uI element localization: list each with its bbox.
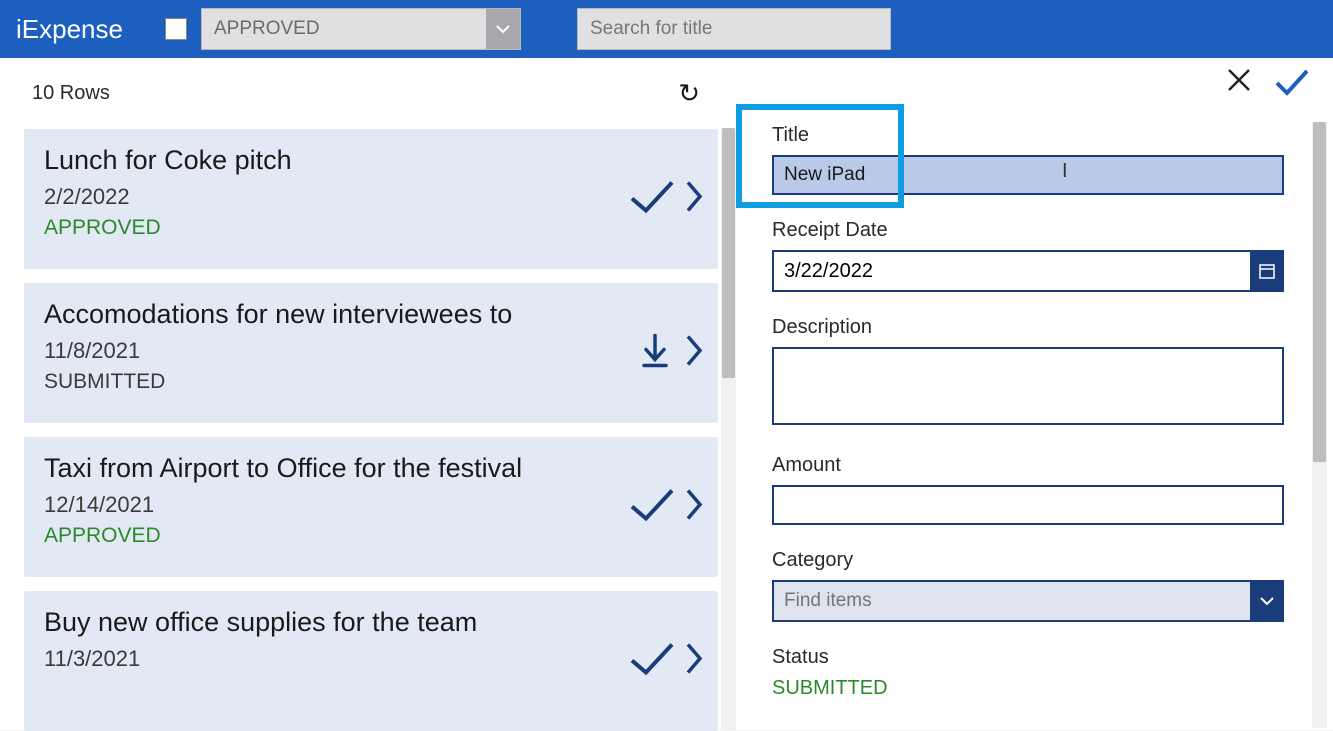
close-icon[interactable] [1225,66,1253,102]
status-filter-value: APPROVED [202,18,486,40]
list-item-date: 2/2/2022 [44,184,698,210]
app-title: iExpense [16,14,123,45]
list-item[interactable]: Taxi from Airport to Office for the fest… [24,437,718,577]
search-input[interactable] [577,8,891,50]
category-label: Category [772,549,1284,572]
list-item-status: APPROVED [44,216,698,240]
amount-input[interactable] [772,485,1284,525]
checkmark-icon[interactable] [628,639,676,684]
download-icon[interactable] [634,330,676,377]
scrollbar-thumb[interactable] [722,128,735,378]
chevron-right-icon[interactable] [684,485,706,530]
amount-label: Amount [772,454,1284,477]
header-checkbox[interactable] [165,18,187,40]
list-item[interactable]: Buy new office supplies for the team 11/3… [24,591,718,731]
list-item-date: 11/8/2021 [44,338,698,364]
chevron-down-icon[interactable] [1250,580,1284,622]
list-panel: 10 Rows ↻ Lunch for Coke pitch 2/2/2022 AP… [0,58,736,730]
list-item[interactable]: Lunch for Coke pitch 2/2/2022 APPROVED [24,129,718,269]
app-header: iExpense APPROVED [0,0,1333,58]
description-label: Description [772,316,1284,339]
scrollbar-thumb[interactable] [1313,122,1326,462]
list-item-title: Taxi from Airport to Office for the fest… [44,453,564,484]
status-value: SUBMITTED [772,677,1284,700]
date-label: Receipt Date [772,219,1284,242]
list-item-date: 11/3/2021 [44,646,698,672]
confirm-icon[interactable] [1275,67,1309,102]
detail-panel: Title I Receipt Date Description [736,58,1333,730]
list-item[interactable]: Accomodations for new interviewees to 11/… [24,283,718,423]
checkmark-icon[interactable] [628,485,676,530]
category-input[interactable] [772,580,1250,622]
list-item-title: Buy new office supplies for the team [44,607,564,638]
form-scrollbar[interactable] [1312,122,1327,728]
date-input[interactable] [772,250,1250,292]
content-area: 10 Rows ↻ Lunch for Coke pitch 2/2/2022 AP… [0,58,1333,730]
list-item-status: APPROVED [44,524,698,548]
title-input[interactable] [772,155,1284,195]
list-item-date: 12/14/2021 [44,492,698,518]
chevron-right-icon[interactable] [684,331,706,376]
list-item-title: Lunch for Coke pitch [44,145,564,176]
status-filter-select[interactable]: APPROVED [201,8,521,50]
checkmark-icon[interactable] [628,177,676,222]
expense-list: Lunch for Coke pitch 2/2/2022 APPROVED Acco… [0,129,736,731]
chevron-down-icon[interactable] [486,9,520,49]
list-item-status: SUBMITTED [44,370,698,394]
description-input[interactable] [772,347,1284,425]
refresh-icon[interactable]: ↻ [678,78,700,109]
row-count-label: 10 Rows [32,82,110,105]
status-label: Status [772,646,1284,669]
calendar-icon[interactable] [1250,250,1284,292]
chevron-right-icon[interactable] [684,177,706,222]
list-scrollbar[interactable] [721,128,736,730]
expense-form: Title I Receipt Date Description [772,124,1284,700]
chevron-right-icon[interactable] [684,639,706,684]
list-item-title: Accomodations for new interviewees to [44,299,564,330]
title-label: Title [772,124,1284,147]
